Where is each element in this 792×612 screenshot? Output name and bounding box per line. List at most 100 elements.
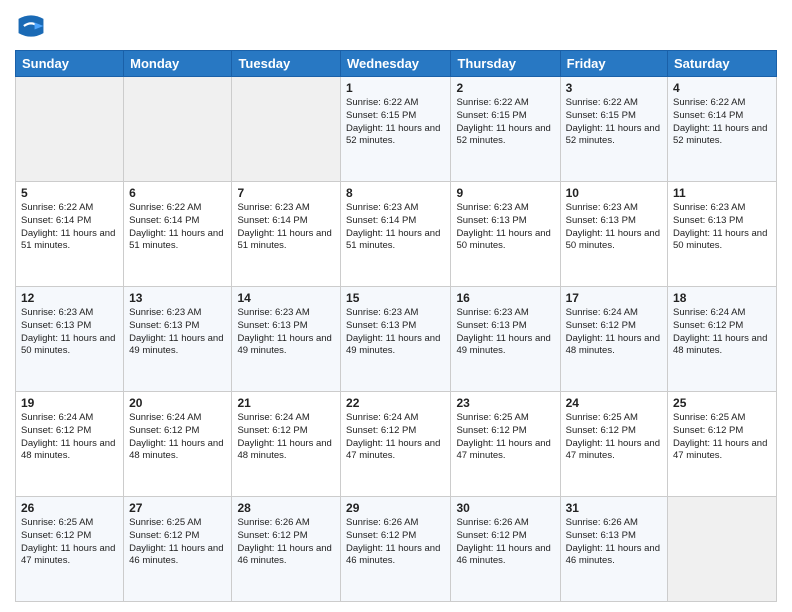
day-cell: 26 Sunrise: 6:25 AM Sunset: 6:12 PM Dayli… (16, 497, 124, 602)
day-cell: 13 Sunrise: 6:23 AM Sunset: 6:13 PM Dayli… (124, 287, 232, 392)
day-number: 1 (346, 81, 445, 95)
week-row-3: 12 Sunrise: 6:23 AM Sunset: 6:13 PM Dayli… (16, 287, 777, 392)
day-cell: 9 Sunrise: 6:23 AM Sunset: 6:13 PM Daylig… (451, 182, 560, 287)
day-cell: 8 Sunrise: 6:23 AM Sunset: 6:14 PM Daylig… (341, 182, 451, 287)
day-info: Sunrise: 6:23 AM Sunset: 6:13 PM Dayligh… (346, 307, 445, 358)
day-cell: 2 Sunrise: 6:22 AM Sunset: 6:15 PM Daylig… (451, 77, 560, 182)
header (15, 10, 777, 42)
week-row-1: 1 Sunrise: 6:22 AM Sunset: 6:15 PM Daylig… (16, 77, 777, 182)
day-number: 19 (21, 396, 118, 410)
day-info: Sunrise: 6:23 AM Sunset: 6:13 PM Dayligh… (129, 307, 226, 358)
day-number: 17 (566, 291, 662, 305)
day-number: 9 (456, 186, 554, 200)
header-day-wednesday: Wednesday (341, 51, 451, 77)
day-number: 30 (456, 501, 554, 515)
header-day-tuesday: Tuesday (232, 51, 341, 77)
week-row-4: 19 Sunrise: 6:24 AM Sunset: 6:12 PM Dayli… (16, 392, 777, 497)
day-cell: 17 Sunrise: 6:24 AM Sunset: 6:12 PM Dayli… (560, 287, 667, 392)
day-cell: 16 Sunrise: 6:23 AM Sunset: 6:13 PM Dayli… (451, 287, 560, 392)
day-number: 3 (566, 81, 662, 95)
day-info: Sunrise: 6:23 AM Sunset: 6:13 PM Dayligh… (237, 307, 335, 358)
day-info: Sunrise: 6:25 AM Sunset: 6:12 PM Dayligh… (456, 412, 554, 463)
day-number: 4 (673, 81, 771, 95)
calendar-body: 1 Sunrise: 6:22 AM Sunset: 6:15 PM Daylig… (16, 77, 777, 602)
logo (15, 10, 51, 42)
day-info: Sunrise: 6:24 AM Sunset: 6:12 PM Dayligh… (21, 412, 118, 463)
day-info: Sunrise: 6:22 AM Sunset: 6:14 PM Dayligh… (673, 97, 771, 148)
header-day-sunday: Sunday (16, 51, 124, 77)
day-cell (16, 77, 124, 182)
day-number: 22 (346, 396, 445, 410)
day-info: Sunrise: 6:23 AM Sunset: 6:14 PM Dayligh… (346, 202, 445, 253)
day-info: Sunrise: 6:23 AM Sunset: 6:14 PM Dayligh… (237, 202, 335, 253)
day-number: 26 (21, 501, 118, 515)
day-number: 11 (673, 186, 771, 200)
day-number: 31 (566, 501, 662, 515)
day-cell: 19 Sunrise: 6:24 AM Sunset: 6:12 PM Dayli… (16, 392, 124, 497)
day-number: 2 (456, 81, 554, 95)
day-number: 28 (237, 501, 335, 515)
day-cell: 18Sunrise: 6:24 AM Sunset: 6:12 PM Dayli… (668, 287, 777, 392)
day-info: Sunrise: 6:23 AM Sunset: 6:13 PM Dayligh… (566, 202, 662, 253)
day-cell: 11Sunrise: 6:23 AM Sunset: 6:13 PM Dayli… (668, 182, 777, 287)
day-number: 7 (237, 186, 335, 200)
day-cell: 25Sunrise: 6:25 AM Sunset: 6:12 PM Dayli… (668, 392, 777, 497)
day-info: Sunrise: 6:22 AM Sunset: 6:15 PM Dayligh… (566, 97, 662, 148)
day-number: 24 (566, 396, 662, 410)
day-cell: 21Sunrise: 6:24 AM Sunset: 6:12 PM Dayli… (232, 392, 341, 497)
day-info: Sunrise: 6:22 AM Sunset: 6:14 PM Dayligh… (129, 202, 226, 253)
day-cell: 3 Sunrise: 6:22 AM Sunset: 6:15 PM Daylig… (560, 77, 667, 182)
day-number: 8 (346, 186, 445, 200)
day-number: 10 (566, 186, 662, 200)
day-info: Sunrise: 6:23 AM Sunset: 6:13 PM Dayligh… (456, 307, 554, 358)
day-info: Sunrise: 6:24 AM Sunset: 6:12 PM Dayligh… (346, 412, 445, 463)
calendar-table: SundayMondayTuesdayWednesdayThursdayFrid… (15, 50, 777, 602)
day-info: Sunrise: 6:23 AM Sunset: 6:13 PM Dayligh… (456, 202, 554, 253)
day-number: 13 (129, 291, 226, 305)
day-cell: 5Sunrise: 6:22 AM Sunset: 6:14 PM Daylig… (16, 182, 124, 287)
day-cell: 24 Sunrise: 6:25 AM Sunset: 6:12 PM Dayli… (560, 392, 667, 497)
day-info: Sunrise: 6:25 AM Sunset: 6:12 PM Dayligh… (21, 517, 118, 568)
day-number: 14 (237, 291, 335, 305)
day-info: Sunrise: 6:25 AM Sunset: 6:12 PM Dayligh… (673, 412, 771, 463)
day-cell: 28Sunrise: 6:26 AM Sunset: 6:12 PM Dayli… (232, 497, 341, 602)
day-number: 16 (456, 291, 554, 305)
header-row: SundayMondayTuesdayWednesdayThursdayFrid… (16, 51, 777, 77)
day-info: Sunrise: 6:24 AM Sunset: 6:12 PM Dayligh… (566, 307, 662, 358)
day-number: 27 (129, 501, 226, 515)
day-cell (124, 77, 232, 182)
calendar-header: SundayMondayTuesdayWednesdayThursdayFrid… (16, 51, 777, 77)
day-cell: 14 Sunrise: 6:23 AM Sunset: 6:13 PM Dayli… (232, 287, 341, 392)
day-cell: 12Sunrise: 6:23 AM Sunset: 6:13 PM Dayli… (16, 287, 124, 392)
week-row-2: 5 Sunrise: 6:22 AM Sunset: 6:14 PM Daylig… (16, 182, 777, 287)
day-cell: 6 Sunrise: 6:22 AM Sunset: 6:14 PM Daylig… (124, 182, 232, 287)
logo-icon (15, 10, 47, 42)
day-cell: 15 Sunrise: 6:23 AM Sunset: 6:13 PM Dayli… (341, 287, 451, 392)
day-cell: 30Sunrise: 6:26 AM Sunset: 6:12 PM Dayli… (451, 497, 560, 602)
day-number: 6 (129, 186, 226, 200)
day-number: 12 (21, 291, 118, 305)
day-cell: 1Sunrise: 6:22 AM Sunset: 6:15 PM Daylig… (341, 77, 451, 182)
header-day-saturday: Saturday (668, 51, 777, 77)
header-day-thursday: Thursday (451, 51, 560, 77)
day-info: Sunrise: 6:22 AM Sunset: 6:15 PM Dayligh… (456, 97, 554, 148)
day-number: 15 (346, 291, 445, 305)
day-info: Sunrise: 6:26 AM Sunset: 6:12 PM Dayligh… (346, 517, 445, 568)
day-cell: 10 Sunrise: 6:23 AM Sunset: 6:13 PM Dayli… (560, 182, 667, 287)
day-cell: 20 Sunrise: 6:24 AM Sunset: 6:12 PM Dayli… (124, 392, 232, 497)
day-info: Sunrise: 6:26 AM Sunset: 6:13 PM Dayligh… (566, 517, 662, 568)
day-info: Sunrise: 6:24 AM Sunset: 6:12 PM Dayligh… (237, 412, 335, 463)
page: SundayMondayTuesdayWednesdayThursdayFrid… (0, 0, 792, 612)
day-number: 5 (21, 186, 118, 200)
week-row-5: 26 Sunrise: 6:25 AM Sunset: 6:12 PM Dayli… (16, 497, 777, 602)
day-cell: 27Sunrise: 6:25 AM Sunset: 6:12 PM Dayli… (124, 497, 232, 602)
day-number: 29 (346, 501, 445, 515)
day-number: 18 (673, 291, 771, 305)
day-cell (668, 497, 777, 602)
header-day-monday: Monday (124, 51, 232, 77)
day-number: 20 (129, 396, 226, 410)
header-day-friday: Friday (560, 51, 667, 77)
day-number: 23 (456, 396, 554, 410)
day-info: Sunrise: 6:24 AM Sunset: 6:12 PM Dayligh… (129, 412, 226, 463)
day-info: Sunrise: 6:25 AM Sunset: 6:12 PM Dayligh… (566, 412, 662, 463)
